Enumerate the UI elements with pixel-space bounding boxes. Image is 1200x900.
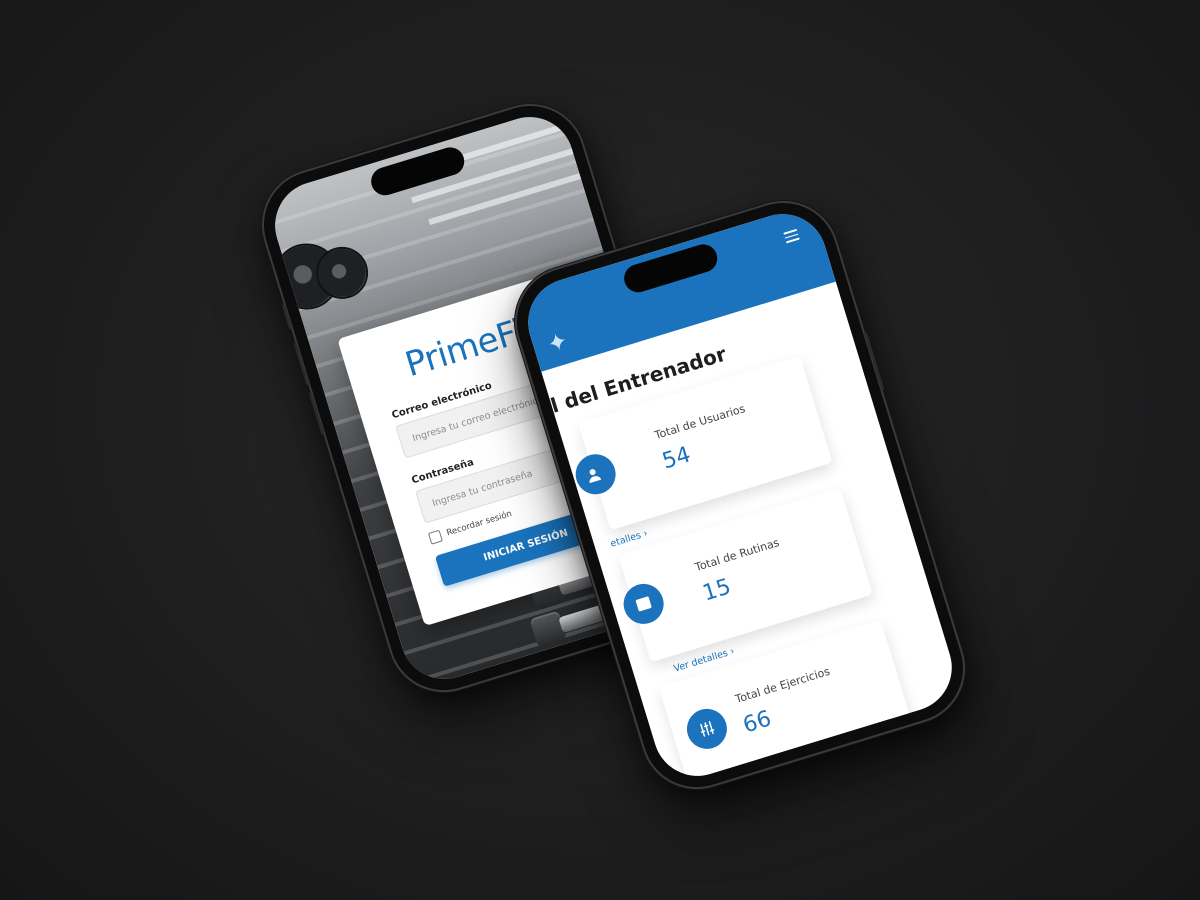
- stat-label: Total de Usuarios: [653, 402, 747, 442]
- phone-side-button: [293, 342, 310, 386]
- dashboard-phone: ✦ el del Entrenador Total de Usuarios 54…: [503, 189, 977, 801]
- dashboard-screen: ✦ el del Entrenador Total de Usuarios 54…: [517, 203, 963, 787]
- stat-value: 15: [699, 574, 734, 607]
- stat-value: 66: [740, 706, 775, 739]
- phone-side-button: [308, 392, 325, 435]
- stat-value: 54: [659, 442, 694, 475]
- app-logo-icon: ✦: [543, 326, 572, 360]
- remember-checkbox[interactable]: [427, 529, 443, 545]
- stat-label: Total de Rutinas: [693, 535, 781, 574]
- hamburger-menu-icon[interactable]: [783, 228, 800, 244]
- phone-side-button: [281, 304, 293, 330]
- mockup-scene: PrimeFit Correo electrónico Contraseña R…: [0, 0, 1200, 900]
- routine-icon: [618, 578, 669, 629]
- stat-label: Total de Ejercicios: [733, 664, 832, 706]
- phone-side-button: [863, 331, 885, 391]
- users-icon: [570, 449, 621, 500]
- sliders-icon: [681, 703, 732, 754]
